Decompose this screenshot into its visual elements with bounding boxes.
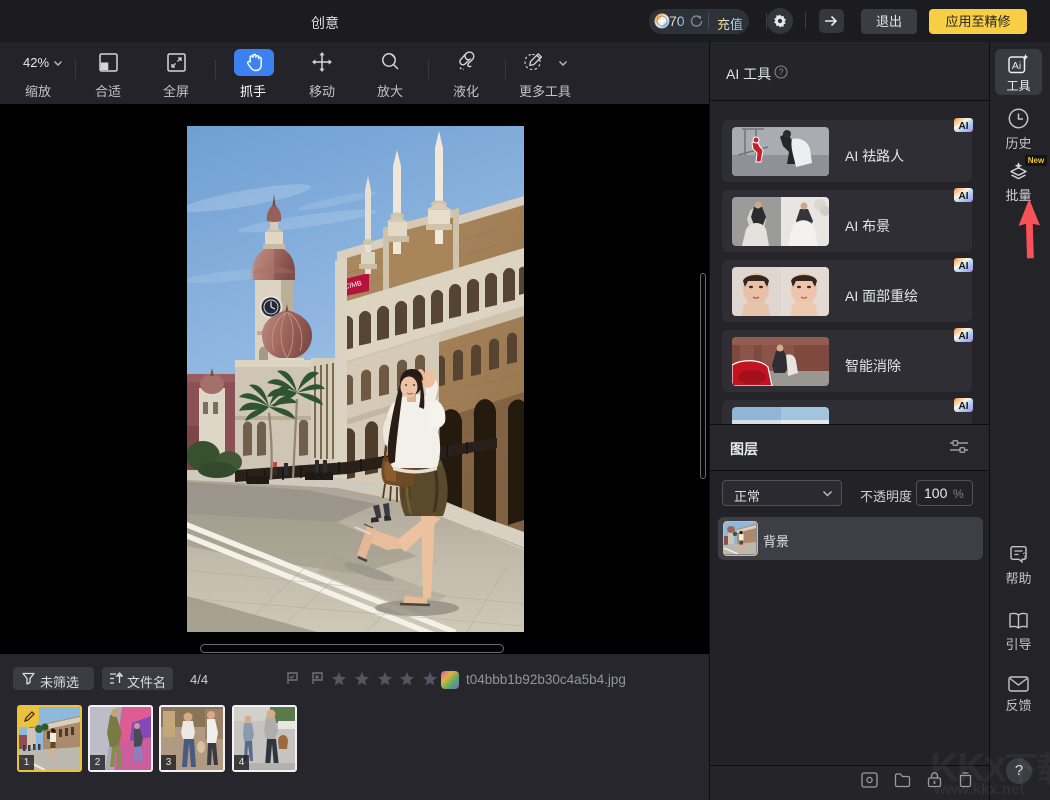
svg-text:AI: AI [959,261,969,272]
svg-text:?: ? [1023,552,1028,561]
svg-text:Ai: Ai [1012,60,1021,72]
svg-text:AI: AI [959,331,969,342]
svg-text:?: ? [778,67,783,77]
svg-text:AI: AI [959,121,969,132]
svg-text:AI: AI [959,401,969,412]
svg-text:AI: AI [959,191,969,202]
